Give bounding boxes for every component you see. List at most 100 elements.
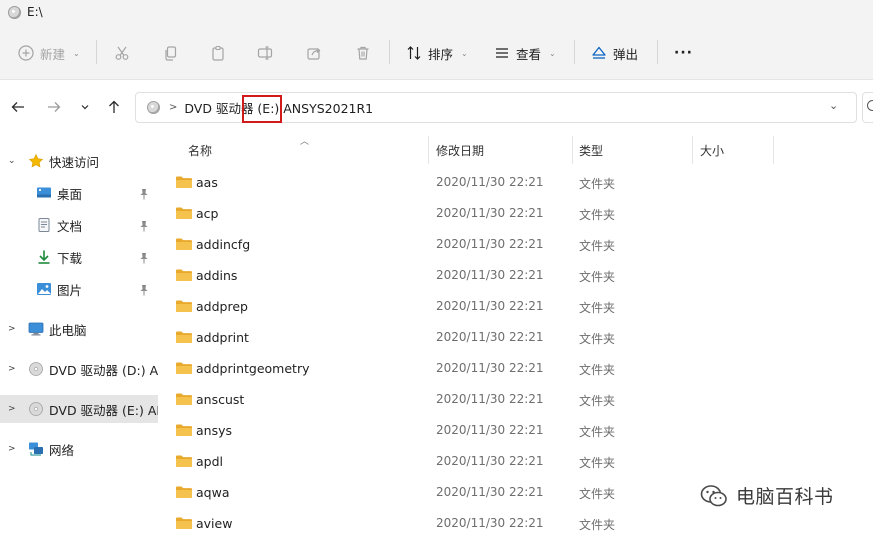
view-label: 查看: [516, 46, 542, 62]
expand-chevron-icon[interactable]: ⌄: [8, 156, 16, 166]
file-name: aview: [196, 516, 233, 531]
address-history-chevron-icon[interactable]: ⌄: [829, 99, 838, 112]
sidebar-item-label: 图片: [57, 282, 83, 298]
up-button[interactable]: [104, 97, 124, 117]
file-row[interactable]: aas 2020/11/30 22:21 文件夹: [158, 167, 873, 198]
column-divider[interactable]: [572, 136, 573, 164]
expand-chevron-icon[interactable]: >: [8, 404, 16, 414]
new-button[interactable]: 新建 ⌄: [18, 40, 80, 66]
folder-icon: [175, 454, 193, 468]
sidebar-item-downloads[interactable]: 下载: [0, 243, 158, 271]
file-row[interactable]: anscust 2020/11/30 22:21 文件夹: [158, 384, 873, 415]
document-icon: [38, 218, 50, 232]
sidebar-item-desktop[interactable]: 桌面: [0, 179, 158, 207]
sidebar-item-documents[interactable]: 文档: [0, 211, 158, 239]
file-type: 文件夹: [579, 456, 616, 470]
sidebar-item-pictures[interactable]: 图片: [0, 275, 158, 303]
paste-button[interactable]: [210, 40, 226, 66]
file-modified-date: 2020/11/30 22:21: [436, 299, 544, 313]
toolbar-divider: [96, 40, 97, 64]
column-divider[interactable]: [692, 136, 693, 164]
copy-button[interactable]: [163, 40, 179, 66]
pin-icon[interactable]: [139, 284, 149, 296]
cut-button[interactable]: [114, 40, 130, 66]
column-header-modified[interactable]: 修改日期: [436, 140, 484, 160]
column-divider[interactable]: [428, 136, 429, 164]
command-bar: 新建 ⌄ 排序 ⌄ 查看 ⌄ 弹出 ···: [0, 24, 873, 80]
forward-button[interactable]: [44, 97, 64, 117]
sidebar-item-quick-access[interactable]: ⌄ 快速访问: [0, 147, 158, 175]
watermark-text: 电脑百科书: [736, 486, 834, 508]
toolbar-divider: [389, 40, 390, 64]
view-button[interactable]: 查看 ⌄: [494, 40, 556, 66]
expand-chevron-icon[interactable]: >: [8, 324, 16, 334]
dvd-icon: [29, 362, 43, 376]
search-icon: [867, 100, 873, 111]
sidebar-item-label: 此电脑: [49, 322, 87, 338]
file-name: aqwa: [196, 485, 230, 500]
more-options-button[interactable]: ···: [674, 40, 693, 66]
folder-icon: [175, 268, 193, 282]
scissors-icon: [115, 46, 129, 60]
file-name: addins: [196, 268, 238, 283]
file-row[interactable]: aview 2020/11/30 22:21 文件夹: [158, 508, 873, 535]
more-icon: ···: [674, 45, 693, 61]
sidebar-item-network[interactable]: > 网络: [0, 435, 158, 463]
file-row[interactable]: addprint 2020/11/30 22:21 文件夹: [158, 322, 873, 353]
network-icon: [29, 442, 43, 456]
file-modified-date: 2020/11/30 22:21: [436, 206, 544, 220]
file-name: addprep: [196, 299, 248, 314]
back-button[interactable]: [8, 97, 28, 117]
dvd-drive-icon: [147, 101, 160, 114]
pin-icon[interactable]: [139, 220, 149, 232]
file-name: addprint: [196, 330, 249, 345]
file-name: aas: [196, 175, 218, 190]
folder-icon: [175, 423, 193, 437]
sort-button[interactable]: 排序 ⌄: [406, 40, 468, 66]
file-row[interactable]: addprep 2020/11/30 22:21 文件夹: [158, 291, 873, 322]
file-type: 文件夹: [579, 332, 616, 346]
file-row[interactable]: ansys 2020/11/30 22:21 文件夹: [158, 415, 873, 446]
pin-icon[interactable]: [139, 188, 149, 200]
file-list: ︿ 名称 修改日期 类型 大小 aas 2020/11/30 22:21 文件夹 ac…: [158, 134, 873, 535]
file-row[interactable]: addins 2020/11/30 22:21 文件夹: [158, 260, 873, 291]
view-list-icon: [496, 48, 508, 58]
file-type: 文件夹: [579, 301, 616, 315]
trash-icon: [357, 46, 369, 60]
file-modified-date: 2020/11/30 22:21: [436, 330, 544, 344]
column-header-size[interactable]: 大小: [700, 140, 724, 160]
file-type: 文件夹: [579, 270, 616, 284]
column-divider[interactable]: [773, 136, 774, 164]
search-box[interactable]: [862, 92, 873, 123]
file-row[interactable]: addincfg 2020/11/30 22:21 文件夹: [158, 229, 873, 260]
sidebar-item-this-pc[interactable]: > 此电脑: [0, 315, 158, 343]
sidebar-item-dvd-e[interactable]: > DVD 驱动器 (E:) AN: [0, 395, 158, 423]
chevron-down-icon: [81, 105, 89, 110]
file-type: 文件夹: [579, 363, 616, 377]
file-modified-date: 2020/11/30 22:21: [436, 237, 544, 251]
file-name: acp: [196, 206, 219, 221]
expand-chevron-icon[interactable]: >: [8, 364, 16, 374]
sort-label: 排序: [428, 46, 454, 62]
file-modified-date: 2020/11/30 22:21: [436, 516, 544, 530]
recent-locations-button[interactable]: [75, 97, 95, 117]
file-row[interactable]: apdl 2020/11/30 22:21 文件夹: [158, 446, 873, 477]
arrow-right-icon: [48, 102, 61, 112]
sidebar-item-label: 文档: [57, 218, 83, 234]
folder-icon: [175, 516, 193, 530]
eject-button[interactable]: 弹出: [591, 40, 638, 66]
delete-button[interactable]: [355, 40, 371, 66]
sidebar-item-dvd-d[interactable]: > DVD 驱动器 (D:) AN: [0, 355, 158, 383]
chevron-down-icon: ⌄: [73, 48, 80, 58]
rename-button[interactable]: [257, 40, 273, 66]
sidebar-item-label: DVD 驱动器 (D:) AN: [49, 362, 158, 378]
file-name: apdl: [196, 454, 224, 469]
column-header-type[interactable]: 类型: [579, 140, 603, 160]
pin-icon[interactable]: [139, 252, 149, 264]
file-type: 文件夹: [579, 425, 616, 439]
file-row[interactable]: addprintgeometry 2020/11/30 22:21 文件夹: [158, 353, 873, 384]
expand-chevron-icon[interactable]: >: [8, 444, 16, 454]
share-button[interactable]: [306, 40, 322, 66]
column-header-name[interactable]: 名称: [188, 140, 212, 160]
file-row[interactable]: acp 2020/11/30 22:21 文件夹: [158, 198, 873, 229]
